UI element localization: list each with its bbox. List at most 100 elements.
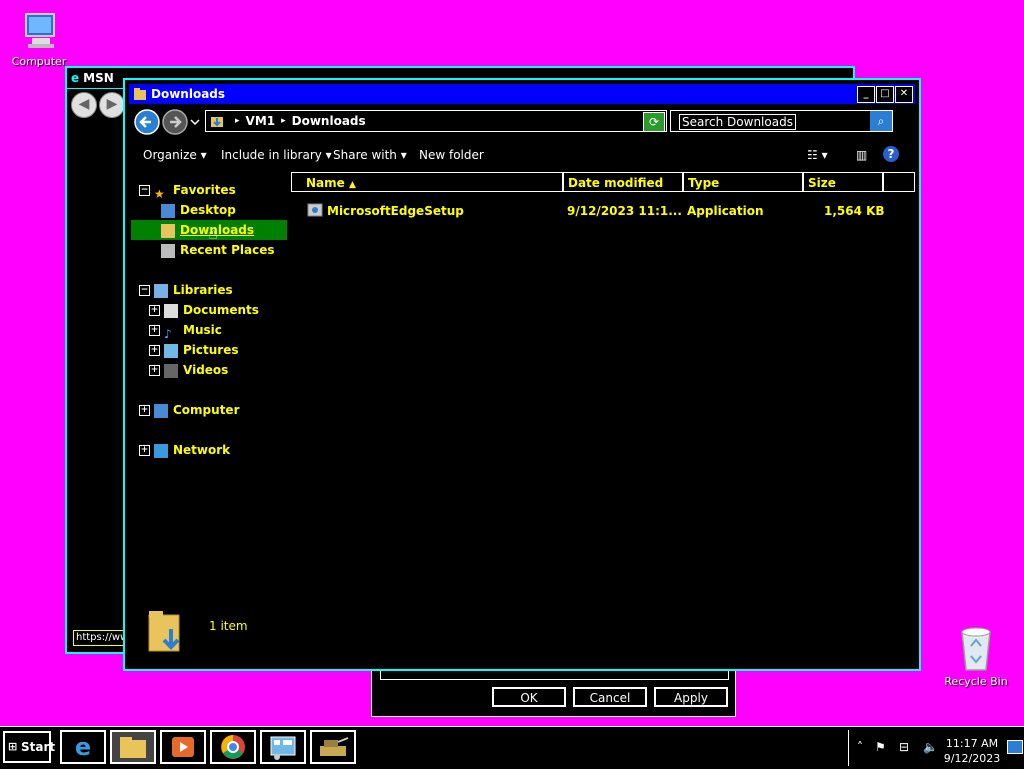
window-title: Downloads [151, 87, 226, 101]
expand-icon[interactable]: + [149, 305, 160, 316]
explorer-window[interactable]: Downloads _ □ ✕ ▸ VM1 ▸ Downloads ▽ ⟳ Se… [123, 78, 921, 671]
nav-buttons [134, 109, 200, 135]
msn-back-button[interactable]: ◀ [71, 92, 97, 118]
show-hidden-icons-icon[interactable]: ˄ [857, 740, 863, 754]
msn-forward-button[interactable]: ▶ [99, 92, 125, 118]
nav-item-favorites[interactable]: − ★ Favorites [139, 180, 236, 201]
expand-icon[interactable]: + [149, 365, 160, 376]
downloads-folder-icon [161, 223, 175, 238]
music-icon: ♪ [164, 326, 172, 341]
network-status-icon[interactable]: ⊟ [899, 740, 909, 754]
msn-status-url: https://ww [73, 630, 129, 646]
action-center-icon[interactable]: ⚑ [875, 740, 886, 754]
organize-menu[interactable]: Organize ▾ [143, 148, 207, 162]
videos-icon [164, 363, 178, 378]
file-date: 9/12/2023 11:1... [567, 204, 682, 218]
share-with-menu[interactable]: Share with ▾ [333, 148, 407, 162]
taskbar-chrome[interactable] [210, 730, 256, 764]
expand-icon[interactable]: + [139, 445, 150, 456]
nav-item-computer[interactable]: + Computer [139, 400, 239, 420]
expand-icon[interactable]: + [139, 405, 150, 416]
column-name[interactable]: Name ▲ [291, 172, 563, 192]
documents-icon [164, 303, 178, 318]
expand-icon[interactable]: + [149, 325, 160, 336]
clock-date: 9/12/2023 [943, 752, 1001, 765]
breadcrumb-downloads[interactable]: Downloads [292, 114, 366, 128]
file-row[interactable]: MicrosoftEdgeSetup 9/12/2023 11:1... App… [305, 202, 905, 222]
nav-item-documents[interactable]: + Documents [149, 300, 259, 320]
search-icon[interactable]: ⌕ [870, 111, 892, 131]
msn-title: MSN [83, 71, 114, 85]
ok-button[interactable]: OK [492, 687, 566, 707]
nav-item-videos[interactable]: + Videos [149, 360, 228, 380]
sort-ascending-icon: ▲ [348, 180, 356, 190]
nav-item-recent-places[interactable]: Recent Places [161, 240, 275, 260]
downloads-folder-large-icon [148, 611, 180, 652]
recent-places-icon [161, 243, 175, 258]
breadcrumb-vm1[interactable]: VM1 [246, 114, 276, 128]
system-tray: ˄ ⚑ ⊟ 🔈 11:17 AM 9/12/2023 [848, 730, 1024, 766]
desktop-icon-computer[interactable]: Computer [8, 10, 70, 68]
show-desktop-icon[interactable] [1007, 740, 1023, 754]
change-view-icon[interactable]: ☷ ▾ [807, 148, 828, 162]
control-panel-icon [270, 736, 296, 760]
clock-time: 11:17 AM [945, 737, 999, 750]
item-count: 1 item [209, 619, 248, 633]
nav-item-libraries[interactable]: − Libraries [139, 280, 233, 300]
taskbar-windows-explorer[interactable] [110, 730, 156, 764]
ie-icon: e [71, 71, 80, 85]
breadcrumb-chevron-icon[interactable]: ▸ [281, 116, 286, 126]
command-bar: Organize ▾ Include in library ▾ Share wi… [133, 146, 911, 166]
volume-muted-icon[interactable]: 🔈 [923, 740, 938, 754]
computer-icon [154, 403, 168, 418]
nav-item-pictures[interactable]: + Pictures [149, 340, 239, 360]
application-icon [307, 202, 323, 221]
taskbar-server-manager[interactable] [310, 730, 356, 764]
nav-item-music[interactable]: + ♪ Music [149, 320, 222, 341]
search-box[interactable]: Search Downloads ⌕ [670, 110, 893, 132]
nav-item-desktop[interactable]: Desktop [161, 200, 236, 220]
taskbar-media-player[interactable] [160, 730, 206, 764]
column-extra [883, 172, 915, 192]
desktop-icon-recycle-bin[interactable]: Recycle Bin [940, 626, 1012, 688]
minimize-button[interactable]: _ [857, 86, 875, 103]
column-date-modified[interactable]: Date modified [563, 172, 683, 192]
details-pane: 1 item [147, 609, 447, 659]
address-bar[interactable]: ▸ VM1 ▸ Downloads ▽ [205, 110, 667, 132]
taskbar-control-panel[interactable] [260, 730, 306, 764]
include-in-library-menu[interactable]: Include in library ▾ [221, 148, 332, 162]
column-headers: Name ▲ Date modified Type Size [291, 172, 915, 194]
maximize-button[interactable]: □ [876, 86, 894, 103]
start-button[interactable]: ⊞ Start [3, 731, 55, 763]
close-button[interactable]: ✕ [895, 86, 913, 103]
column-size[interactable]: Size [803, 172, 883, 192]
collapse-icon[interactable]: − [139, 185, 150, 196]
file-size: 1,564 KB [824, 204, 885, 218]
recent-pages-chevron-icon[interactable] [190, 119, 200, 126]
clock[interactable]: 11:17 AM 9/12/2023 [939, 736, 1005, 766]
media-player-icon [172, 737, 194, 757]
search-input[interactable]: Search Downloads [679, 114, 796, 130]
folder-icon [120, 737, 146, 758]
desktop-icon [161, 203, 175, 218]
expand-icon[interactable]: + [149, 345, 160, 356]
file-type: Application [687, 204, 764, 218]
windows-logo-icon: ⊞ [8, 740, 18, 753]
taskbar-internet-explorer[interactable]: e [60, 730, 106, 764]
recycle-bin-icon [961, 627, 991, 671]
preview-pane-icon[interactable]: ▥ [856, 148, 867, 162]
cancel-button[interactable]: Cancel [573, 687, 647, 707]
column-type[interactable]: Type [683, 172, 803, 192]
new-folder-button[interactable]: New folder [419, 148, 484, 162]
taskbar: ⊞ Start e ˄ ⚑ ⊟ 🔈 11:17 AM 9/12/2023 [0, 726, 1024, 769]
breadcrumb-chevron-icon[interactable]: ▸ [235, 116, 240, 126]
desktop-icon-label: Recycle Bin [944, 675, 1008, 688]
nav-item-network[interactable]: + Network [139, 440, 230, 460]
apply-button[interactable]: Apply [654, 687, 728, 707]
collapse-icon[interactable]: − [139, 285, 150, 296]
folder-icon [133, 87, 147, 104]
refresh-icon[interactable]: ⟳ [643, 112, 665, 132]
help-icon[interactable]: ? [883, 146, 899, 162]
file-name[interactable]: MicrosoftEdgeSetup [327, 204, 464, 218]
libraries-icon [154, 283, 168, 298]
